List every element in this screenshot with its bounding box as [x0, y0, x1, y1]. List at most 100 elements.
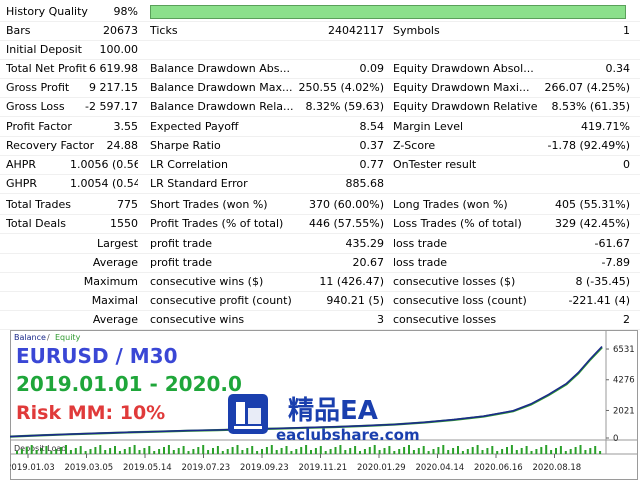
stat-value: 0 — [623, 158, 630, 171]
deposit-load-bar — [216, 446, 219, 454]
stat-value: 419.71% — [581, 120, 630, 133]
stat-value: 885.68 — [345, 177, 385, 190]
legend-balance: Balance — [14, 333, 46, 342]
deposit-load-bar — [40, 448, 43, 454]
legend-separator: / — [47, 333, 50, 342]
detail-row: Largest profit trade 435.29 loss trade -61.6… — [0, 234, 640, 254]
y-tick-label: 0 — [613, 434, 618, 444]
deposit-load-bar — [20, 449, 23, 454]
deposit-load-bar — [246, 448, 249, 454]
detail-label: Largest — [97, 237, 138, 250]
detail-label: Average — [92, 313, 138, 326]
stat-value: 405 (55.31%) — [554, 198, 630, 211]
deposit-load-bar — [300, 447, 303, 454]
deposit-load-bar — [231, 447, 234, 454]
deposit-load-bar — [324, 451, 327, 454]
detail-stat-label: profit trade — [150, 237, 213, 250]
deposit-load-bar — [114, 446, 116, 454]
deposit-load-bar — [16, 451, 18, 454]
deposit-load-bar — [589, 448, 592, 454]
deposit-load-bar — [261, 449, 263, 454]
stat-label: Z-Score — [393, 139, 436, 152]
stats-row: Initial Deposit 100.00 — [0, 40, 640, 60]
deposit-load-bar — [569, 449, 572, 454]
deposit-load-bar — [241, 450, 244, 454]
deposit-load-bar — [79, 446, 82, 454]
y-tick-label: 6531 — [613, 345, 635, 355]
x-tick-label: 2020.08.18 — [533, 463, 582, 473]
deposit-load-bar — [167, 445, 170, 454]
stat-label: Total Trades — [6, 198, 72, 211]
stats-row: Profit Factor 3.55 Expected Payoff 8.54 Marg… — [0, 117, 640, 137]
stat-label: AHPR — [6, 158, 37, 171]
deposit-load-bar — [35, 450, 38, 454]
history-quality-label: History Quality — [6, 5, 88, 18]
stat-value: 8.53% (61.35) — [551, 100, 630, 113]
x-tick-label: 2019.01.03 — [10, 463, 55, 473]
deposit-load-bar — [197, 447, 200, 454]
stat-value: 100.00 — [99, 43, 139, 56]
stat-label: LR Correlation — [150, 158, 228, 171]
detail-stat-value: 940.21 (5) — [326, 294, 384, 307]
stat-value: 8.32% (59.63) — [305, 100, 384, 113]
deposit-load-bar — [486, 448, 489, 454]
deposit-load-bar — [138, 450, 141, 454]
deposit-load-bar — [412, 450, 415, 454]
deposit-load-bar — [55, 449, 58, 454]
detail-stat-value: -221.41 (4) — [568, 294, 630, 307]
stat-value: 1550 — [110, 217, 138, 230]
deposit-load-bar — [148, 446, 151, 454]
deposit-load-bar — [65, 445, 67, 454]
stats-row: Gross Loss -2 597.17 Balance Drawdown Rela… — [0, 97, 640, 117]
deposit-load-bar — [403, 447, 406, 454]
deposit-load-bar — [94, 447, 97, 454]
deposit-load-bar — [280, 448, 283, 454]
legend-equity: Equity — [55, 333, 81, 342]
deposit-load-bar — [457, 446, 459, 454]
detail-label: Average — [92, 256, 138, 269]
stat-value: -1.78 (92.49%) — [547, 139, 630, 152]
stat-value — [520, 40, 630, 59]
detail-stat-label: consecutive wins — [150, 313, 245, 326]
detail-stat-value: -7.89 — [601, 256, 630, 269]
deposit-load-bar — [515, 450, 518, 454]
deposit-load-bar — [251, 446, 254, 454]
detail-stat-value: 2 — [623, 313, 630, 326]
deposit-load-bar — [393, 451, 396, 454]
history-quality-value: 98% — [113, 5, 138, 18]
stat-value: 370 (60.00%) — [308, 198, 384, 211]
deposit-load-bar — [447, 450, 450, 454]
deposit-load-bar — [270, 445, 273, 454]
deposit-load-bar — [226, 449, 229, 454]
stat-value: 9 217.15 — [89, 81, 138, 94]
stat-label: Equity Drawdown Absol... — [393, 62, 534, 75]
x-tick-label: 2019.07.23 — [182, 463, 231, 473]
deposit-load-bar — [329, 449, 332, 454]
stats-row: Bars 20673 Ticks 24042117 Symbols 1 — [0, 21, 640, 41]
stat-label: Equity Drawdown Relative — [393, 100, 538, 113]
stat-value: 250.55 (4.02%) — [298, 81, 384, 94]
deposit-load-bar — [398, 449, 401, 454]
stats-row: Recovery Factor 24.88 Sharpe Ratio 0.37 Z-Sc… — [0, 136, 640, 156]
stat-value: 3.55 — [113, 120, 139, 133]
deposit-load-bar — [74, 448, 77, 454]
watermark-url: eaclubshare.com — [276, 426, 420, 444]
y-tick-label: 2021 — [613, 406, 635, 416]
deposit-load-bar — [427, 451, 430, 454]
deposit-load-bar — [163, 447, 165, 454]
stat-value: 8.54 — [359, 120, 385, 133]
stat-value: -2 597.17 — [85, 100, 138, 113]
deposit-load-bar — [212, 448, 214, 454]
stat-value — [270, 40, 384, 59]
detail-stat-value: 3 — [377, 313, 384, 326]
deposit-load-bar — [99, 445, 102, 454]
deposit-load-bar — [373, 445, 376, 454]
stat-value: 0.37 — [359, 139, 385, 152]
deposit-load-bar — [579, 445, 582, 454]
deposit-load-bar — [520, 448, 523, 454]
x-tick-label: 2019.05.14 — [123, 463, 172, 473]
detail-label: Maximal — [91, 294, 138, 307]
stat-value: 1 — [623, 24, 630, 37]
stat-label: Profit Trades (% of total) — [150, 217, 284, 230]
deposit-load-bar — [339, 445, 342, 454]
